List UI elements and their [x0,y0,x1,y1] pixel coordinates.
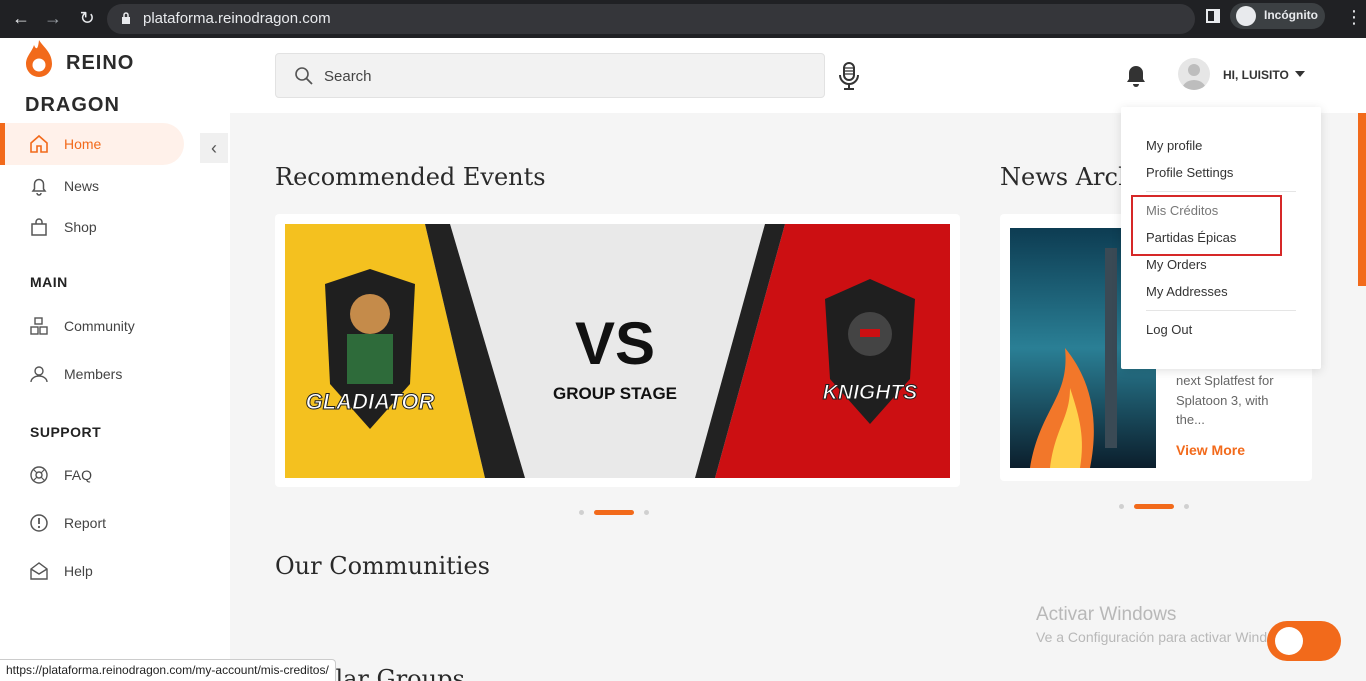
carousel-dot[interactable] [1119,504,1124,509]
sidebar-item-label: Shop [64,219,97,235]
sidebar-item-label: Members [64,366,123,382]
menu-item-log-out[interactable]: Log Out [1146,322,1192,337]
community-icon [28,315,50,337]
incognito-label: Incógnito [1264,8,1318,22]
carousel-dot-active[interactable] [594,510,634,515]
url-text: plataforma.reinodragon.com [143,10,331,27]
menu-item-my-orders[interactable]: My Orders [1146,257,1207,272]
event-banner-image[interactable]: GLADIATOR VS GROUP STAGE KNIGHTS [285,224,950,478]
section-title-support: SUPPORT [30,424,102,440]
left-team-name: GLADIATOR [306,389,435,414]
browser-toolbar: ← → ↻ plataforma.reinodragon.com ☆ Incóg… [0,0,1366,38]
annotation-highlight-box [1131,195,1282,256]
our-communities-title: Our Communities [275,552,490,580]
windows-activation-subtitle: Ve a Configuración para activar Windows. [1036,629,1296,645]
user-greeting[interactable]: HI, LUISITO [1223,68,1289,82]
collapse-sidebar-button[interactable]: ‹ [200,133,228,163]
sidebar-item-report[interactable]: Report [0,502,106,544]
brand-name-line1: REINO [66,52,135,74]
help-icon [28,560,50,582]
shop-icon [28,216,50,238]
notification-bell-icon[interactable] [1125,64,1147,88]
side-panel-icon[interactable] [1206,9,1220,23]
stage-label: GROUP STAGE [553,384,677,403]
lock-icon [122,12,130,24]
news-carousel-indicator [1119,504,1189,509]
menu-item-my-profile[interactable]: My profile [1146,138,1202,153]
sidebar-item-help[interactable]: Help [0,550,93,592]
microphone-icon[interactable] [838,62,860,90]
news-excerpt: next Splatfest for Splatoon 3, with the.… [1176,373,1274,427]
carousel-dot[interactable] [644,510,649,515]
right-team-name: KNIGHTS [823,381,918,404]
link-status-bar: https://plataforma.reinodragon.com/my-ac… [0,659,336,681]
menu-divider [1146,191,1296,192]
sidebar-item-members[interactable]: Members [0,353,122,395]
carousel-dot-active[interactable] [1134,504,1174,509]
menu-item-profile-settings[interactable]: Profile Settings [1146,165,1233,180]
back-icon[interactable]: ← [10,7,32,29]
flame-logo-icon [26,40,52,77]
forward-icon[interactable]: → [42,7,64,29]
address-bar[interactable]: plataforma.reinodragon.com ☆ [107,4,1288,34]
page-scrollbar[interactable] [1358,113,1366,286]
bell-icon [28,175,50,197]
sidebar-item-faq[interactable]: FAQ [0,454,92,496]
chevron-down-icon[interactable] [1295,71,1305,77]
carousel-dot[interactable] [579,510,584,515]
sidebar-item-label: Report [64,515,107,531]
toggle-knob [1275,627,1303,655]
section-title-main: MAIN [30,274,68,290]
incognito-icon [1236,6,1256,26]
event-card[interactable]: GLADIATOR VS GROUP STAGE KNIGHTS [275,214,960,487]
search-placeholder: Search [324,68,372,85]
menu-item-my-addresses[interactable]: My Addresses [1146,284,1228,299]
sidebar-item-label: Home [64,136,102,152]
sidebar-item-shop[interactable]: Shop [0,206,97,248]
incognito-badge[interactable]: Incógnito [1230,3,1325,29]
sidebar: REINO DRAGON ‹ Home News Shop MAIN Commu… [0,38,230,681]
view-more-link[interactable]: View More [1176,442,1245,458]
menu-divider [1146,310,1296,311]
search-icon [295,67,313,85]
sidebar-item-label: Community [64,318,135,334]
recommended-events-title: Recommended Events [275,163,546,191]
faq-icon [28,464,50,486]
sidebar-item-label: Help [64,563,93,579]
vs-label: VS [575,310,655,377]
home-icon [28,133,50,155]
windows-activation-title: Activar Windows [1036,604,1177,625]
floating-toggle-button[interactable] [1267,621,1341,661]
reload-icon[interactable]: ↻ [76,7,98,29]
sidebar-item-news[interactable]: News [0,165,99,207]
sidebar-item-community[interactable]: Community [0,305,135,347]
brand-name-line2: DRAGON [25,94,120,116]
avatar[interactable] [1178,58,1210,90]
sidebar-item-label: News [64,178,100,194]
events-carousel-indicator [579,510,649,515]
carousel-dot[interactable] [1184,504,1189,509]
members-icon [28,363,50,385]
browser-menu-icon[interactable]: ⋮ [1345,7,1363,28]
top-header: Search HI, LUISITO [230,38,1366,113]
sidebar-item-label: FAQ [64,467,93,483]
sidebar-item-home[interactable]: Home [0,123,184,165]
user-avatar-icon [1182,64,1206,90]
search-input[interactable]: Search [275,53,825,98]
report-icon [28,512,50,534]
